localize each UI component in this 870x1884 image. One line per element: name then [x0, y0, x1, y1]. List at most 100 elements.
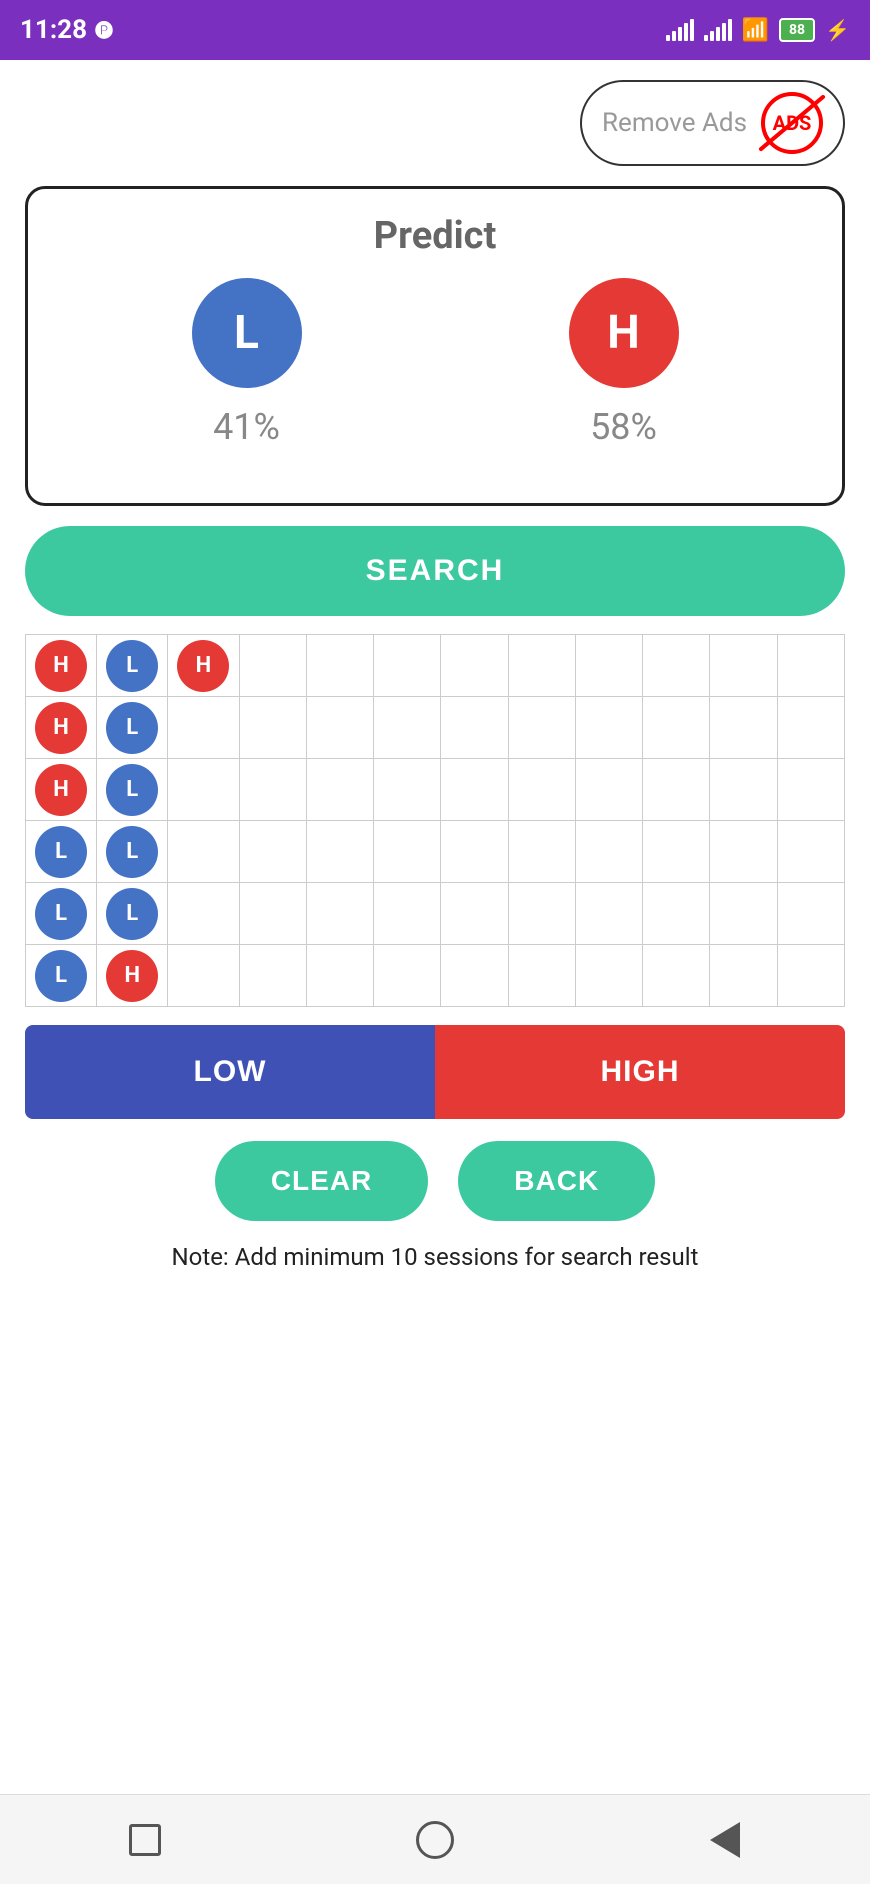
grid-cell[interactable]	[239, 945, 306, 1007]
grid-cell[interactable]	[575, 697, 642, 759]
grid-cell[interactable]	[575, 883, 642, 945]
predict-title: Predict	[58, 214, 812, 258]
grid-cell[interactable]	[643, 821, 710, 883]
grid-cell[interactable]	[306, 759, 373, 821]
grid-cell[interactable]	[441, 759, 508, 821]
charging-icon: ⚡	[825, 18, 850, 42]
low-button[interactable]: LOW	[25, 1025, 435, 1119]
grid-cell[interactable]	[306, 945, 373, 1007]
grid-cell[interactable]	[710, 759, 777, 821]
grid-cell[interactable]	[777, 821, 844, 883]
session-grid: HLHHLHLLLLLLH	[25, 634, 845, 1007]
note-text: Note: Add minimum 10 sessions for search…	[25, 1243, 845, 1271]
grid-cell[interactable]	[575, 821, 642, 883]
grid-cell[interactable]	[374, 821, 441, 883]
remove-ads-button[interactable]: Remove Ads ADS	[580, 80, 845, 166]
grid-cell[interactable]	[710, 635, 777, 697]
clear-button[interactable]: CLEAR	[215, 1141, 428, 1221]
grid-cell[interactable]	[168, 759, 239, 821]
back-button[interactable]: BACK	[458, 1141, 655, 1221]
grid-cell[interactable]: L	[97, 759, 168, 821]
grid-cell[interactable]	[239, 821, 306, 883]
grid-cell[interactable]: L	[26, 945, 97, 1007]
grid-cell[interactable]: L	[97, 697, 168, 759]
grid-cell[interactable]	[441, 821, 508, 883]
grid-cell[interactable]	[508, 945, 575, 1007]
grid-cell[interactable]	[168, 883, 239, 945]
grid-cell[interactable]	[508, 697, 575, 759]
grid-cell[interactable]	[508, 759, 575, 821]
grid-cell[interactable]	[777, 759, 844, 821]
grid-cell[interactable]	[168, 945, 239, 1007]
table-row: LL	[26, 821, 845, 883]
grid-cell[interactable]	[710, 945, 777, 1007]
grid-cell[interactable]	[441, 945, 508, 1007]
grid-cell[interactable]	[777, 883, 844, 945]
grid-cell[interactable]: L	[97, 635, 168, 697]
grid-cell[interactable]	[508, 635, 575, 697]
table-row: HLH	[26, 635, 845, 697]
grid-cell[interactable]	[777, 945, 844, 1007]
grid-cell[interactable]	[575, 945, 642, 1007]
grid-cell[interactable]	[374, 883, 441, 945]
grid-cell[interactable]	[710, 883, 777, 945]
grid-cell[interactable]: L	[26, 883, 97, 945]
grid-cell[interactable]: L	[97, 883, 168, 945]
grid-cell[interactable]	[239, 697, 306, 759]
grid-cell[interactable]	[441, 697, 508, 759]
square-icon	[129, 1824, 161, 1856]
grid-cell[interactable]	[168, 697, 239, 759]
predict-high-item: H 58%	[569, 278, 679, 448]
grid-cell[interactable]: H	[26, 759, 97, 821]
grid-cell[interactable]	[306, 821, 373, 883]
grid-cell[interactable]	[306, 635, 373, 697]
low-circle: L	[106, 764, 158, 816]
grid-cell[interactable]	[508, 883, 575, 945]
grid-cell[interactable]	[239, 635, 306, 697]
grid-cell[interactable]	[306, 697, 373, 759]
grid-cell[interactable]	[168, 821, 239, 883]
circle-nav-icon	[416, 1821, 454, 1859]
grid-cell[interactable]	[374, 759, 441, 821]
lh-button-group: LOW HIGH	[25, 1025, 845, 1119]
signal-bars-1	[666, 19, 694, 41]
grid-cell[interactable]	[374, 945, 441, 1007]
nav-back-icon[interactable]	[705, 1820, 745, 1860]
grid-cell[interactable]	[643, 945, 710, 1007]
grid-cell[interactable]	[239, 759, 306, 821]
low-circle: L	[106, 826, 158, 878]
grid-cell[interactable]	[777, 697, 844, 759]
predict-high-pct: 58%	[590, 406, 657, 448]
search-button[interactable]: SEARCH	[25, 526, 845, 616]
grid-cell[interactable]	[643, 883, 710, 945]
high-circle: H	[35, 764, 87, 816]
grid-cell[interactable]	[710, 821, 777, 883]
table-row: HL	[26, 697, 845, 759]
grid-cell[interactable]	[239, 883, 306, 945]
action-buttons: CLEAR BACK	[25, 1141, 845, 1221]
grid-cell[interactable]: L	[26, 821, 97, 883]
grid-cell[interactable]	[710, 697, 777, 759]
grid-cell[interactable]	[643, 697, 710, 759]
grid-cell[interactable]	[441, 635, 508, 697]
grid-cell[interactable]: H	[26, 697, 97, 759]
grid-cell[interactable]	[575, 635, 642, 697]
grid-cell[interactable]	[441, 883, 508, 945]
grid-cell[interactable]	[777, 635, 844, 697]
high-button[interactable]: HIGH	[435, 1025, 845, 1119]
grid-cell[interactable]: H	[97, 945, 168, 1007]
table-row: HL	[26, 759, 845, 821]
grid-cell[interactable]: L	[97, 821, 168, 883]
nav-home-icon[interactable]	[415, 1820, 455, 1860]
low-circle: L	[35, 826, 87, 878]
grid-cell[interactable]	[575, 759, 642, 821]
grid-cell[interactable]: H	[26, 635, 97, 697]
grid-cell[interactable]	[643, 759, 710, 821]
grid-cell[interactable]	[643, 635, 710, 697]
grid-cell[interactable]	[374, 697, 441, 759]
grid-cell[interactable]	[374, 635, 441, 697]
nav-square-icon[interactable]	[125, 1820, 165, 1860]
grid-cell[interactable]: H	[168, 635, 239, 697]
grid-cell[interactable]	[306, 883, 373, 945]
grid-cell[interactable]	[508, 821, 575, 883]
